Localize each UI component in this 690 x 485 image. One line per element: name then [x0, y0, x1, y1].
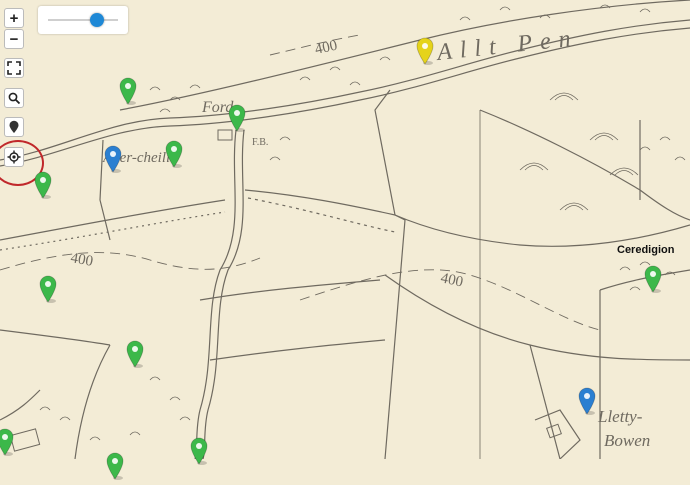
- map-pin-icon: [416, 37, 434, 65]
- map-pin-icon: [0, 428, 14, 456]
- map-marker-green[interactable]: [228, 104, 246, 132]
- map-pin-icon: [190, 437, 208, 465]
- map-marker-yellow[interactable]: [416, 37, 434, 65]
- map-pin-icon: [165, 140, 183, 168]
- map-marker-blue[interactable]: [578, 387, 596, 415]
- map-pin-icon: [106, 452, 124, 480]
- zoom-out-button[interactable]: −: [4, 29, 24, 49]
- search-icon: [8, 92, 21, 105]
- fullscreen-button[interactable]: [4, 58, 24, 78]
- map-pin-icon: [119, 77, 137, 105]
- fullscreen-icon: [7, 61, 21, 75]
- map-pin-icon: [34, 171, 52, 199]
- map-marker-green[interactable]: [39, 275, 57, 303]
- locate-button[interactable]: [4, 147, 24, 167]
- map-marker-blue[interactable]: [104, 145, 122, 173]
- map-pin-icon: [104, 145, 122, 173]
- map-label-lletty: Lletty-: [597, 407, 643, 426]
- map-pin-icon: [39, 275, 57, 303]
- zoom-in-button[interactable]: +: [4, 8, 24, 28]
- map-marker-icon: [9, 120, 19, 133]
- zoom-out-label: −: [9, 30, 19, 48]
- map-label-fb: F.B.: [252, 137, 268, 148]
- map-marker-green[interactable]: [106, 452, 124, 480]
- zoom-in-label: +: [9, 9, 19, 27]
- add-marker-button[interactable]: [4, 117, 24, 137]
- map-pin-icon: [228, 104, 246, 132]
- map-label-bowen: Bowen: [604, 431, 650, 450]
- map-marker-green[interactable]: [126, 340, 144, 368]
- map-marker-green[interactable]: [0, 428, 14, 456]
- map-marker-green[interactable]: [34, 171, 52, 199]
- map-pin-icon: [126, 340, 144, 368]
- search-button[interactable]: [4, 88, 24, 108]
- region-label: Ceredigion: [617, 244, 675, 256]
- map-pin-icon: [644, 265, 662, 293]
- map-marker-green[interactable]: [644, 265, 662, 293]
- slider-track[interactable]: [48, 19, 118, 21]
- locate-icon: [7, 150, 21, 164]
- map-marker-green[interactable]: [165, 140, 183, 168]
- opacity-slider[interactable]: [38, 6, 128, 34]
- map-pin-icon: [578, 387, 596, 415]
- map-marker-green[interactable]: [119, 77, 137, 105]
- slider-handle[interactable]: [90, 13, 104, 27]
- map-marker-green[interactable]: [190, 437, 208, 465]
